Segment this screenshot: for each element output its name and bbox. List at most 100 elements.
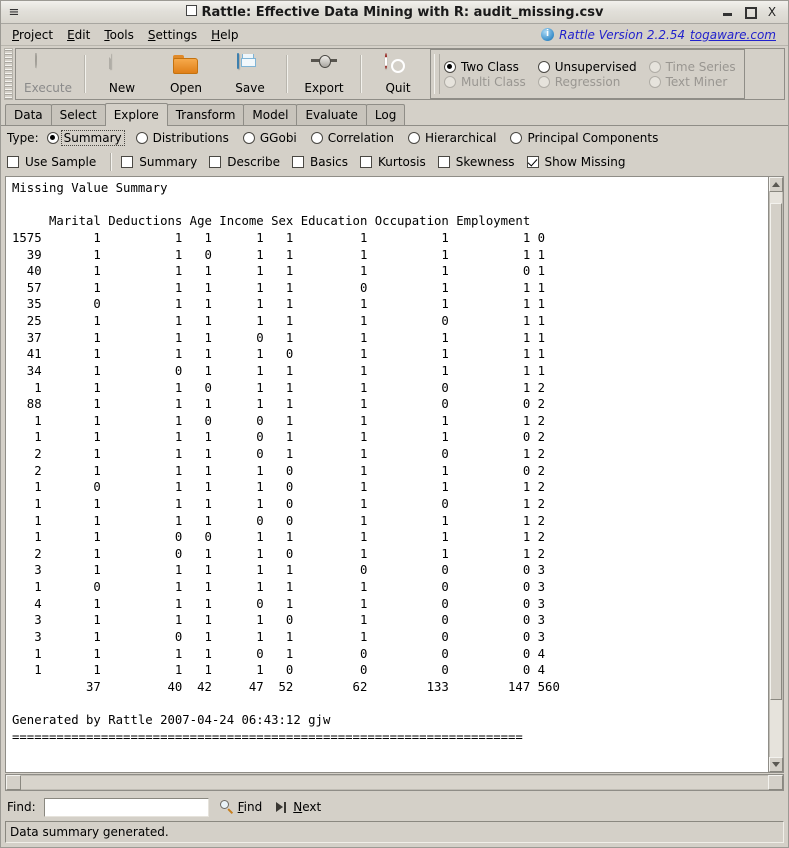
menu-help[interactable]: Help <box>204 26 245 44</box>
vertical-scroll-trough[interactable] <box>769 192 783 757</box>
scroll-down-arrow-icon[interactable] <box>769 757 783 772</box>
export-button[interactable]: Export <box>292 49 356 99</box>
checkbox-basics[interactable]: Basics <box>291 155 348 169</box>
radio-multi-class-label: Multi Class <box>461 74 526 89</box>
checkbox-show-missing[interactable]: Show Missing <box>526 155 626 169</box>
radio-unsupervised[interactable]: Unsupervised <box>537 60 637 74</box>
checkbox-use-sample[interactable]: Use Sample <box>7 155 96 169</box>
checkbox-skewness-indicator <box>437 156 450 168</box>
find-button[interactable]: Find <box>217 799 266 815</box>
type-radio-hierarchical-indicator <box>407 132 420 144</box>
checkbox-describe-indicator <box>209 156 222 168</box>
open-folder-icon <box>173 54 199 80</box>
type-radio-summary-label: Summary <box>60 130 125 146</box>
tab-explore[interactable]: Explore <box>104 103 168 126</box>
togaware-link[interactable]: togaware.com <box>690 28 776 42</box>
window-controls: X <box>722 6 784 19</box>
quit-button[interactable]: Quit <box>366 49 430 99</box>
checkbox-kurtosis[interactable]: Kurtosis <box>360 155 426 169</box>
scroll-up-arrow-icon[interactable] <box>769 177 783 192</box>
menu-settings[interactable]: Settings <box>141 26 204 44</box>
radio-two-class[interactable]: Two Class <box>444 60 526 74</box>
type-radio-correlation[interactable]: Correlation <box>310 131 394 145</box>
search-input[interactable] <box>43 797 209 817</box>
info-icon: i <box>541 28 555 41</box>
execute-button-label: Execute <box>24 80 72 95</box>
menu-bar: Project Edit Tools Settings Help i Rattl… <box>1 24 788 46</box>
window-app-icon <box>185 4 197 16</box>
radio-multi-class: Multi Class <box>444 75 526 89</box>
type-radio-hierarchical[interactable]: Hierarchical <box>407 131 497 145</box>
scroll-left-arrow-icon[interactable] <box>6 775 21 790</box>
output-textview[interactable]: Missing Value Summary Marital Deductions… <box>6 177 768 772</box>
type-radio-correlation-label: Correlation <box>327 131 394 145</box>
radio-time-series: Time Series <box>648 60 736 74</box>
toolbar-separator <box>286 55 288 93</box>
checkbox-skewness[interactable]: Skewness <box>437 155 515 169</box>
tab-transform[interactable]: Transform <box>166 104 245 125</box>
new-document-icon <box>109 52 135 80</box>
menu-edit[interactable]: Edit <box>60 26 97 44</box>
close-icon[interactable]: X <box>766 6 778 18</box>
toolbar-separator <box>84 55 86 93</box>
checkbox-basics-indicator <box>291 156 304 168</box>
scroll-right-arrow-icon[interactable] <box>768 775 783 790</box>
type-radio-ggobi[interactable]: GGobi <box>242 131 297 145</box>
checkbox-summary-label: Summary <box>139 155 198 169</box>
tab-evaluate[interactable]: Evaluate <box>296 104 367 125</box>
vertical-scroll-thumb[interactable] <box>770 203 782 701</box>
open-button-label: Open <box>169 80 203 95</box>
tab-model[interactable]: Model <box>243 104 298 125</box>
type-radio-correlation-indicator <box>310 132 323 144</box>
vertical-scrollbar[interactable] <box>768 177 783 772</box>
type-radio-distributions-indicator <box>135 132 148 144</box>
maximize-icon[interactable] <box>744 6 757 19</box>
horizontal-scrollbar[interactable] <box>5 774 784 791</box>
menu-tools-label: ools <box>109 27 134 42</box>
power-quit-icon <box>385 52 411 80</box>
summary-options-row: Use Sample Summary Describe Basics Kurto… <box>1 150 788 174</box>
checkbox-describe-label: Describe <box>227 155 280 169</box>
notebook-tabs: Data Select Explore Transform Model Eval… <box>1 103 788 126</box>
find-label: Find: <box>7 800 36 814</box>
type-radio-distributions-label: Distributions <box>152 131 229 145</box>
find-next-button[interactable]: Next <box>273 799 324 815</box>
window-menu-icon[interactable]: ≡ <box>5 5 23 20</box>
checkbox-use-sample-indicator <box>7 156 19 168</box>
menu-edit-label: dit <box>74 27 91 42</box>
toolbar-area: Execute New Open Save Export Quit Two Cl… <box>1 46 788 103</box>
toolbar-drag-handle[interactable] <box>4 48 13 100</box>
type-label: Type: <box>7 131 39 145</box>
save-button[interactable]: Save <box>218 49 282 99</box>
radio-regression-label: Regression <box>554 74 621 89</box>
rattle-main-window: ≡ Rattle: Effective Data Mining with R: … <box>0 0 789 848</box>
type-radio-ggobi-label: GGobi <box>259 131 297 145</box>
type-radio-hierarchical-label: Hierarchical <box>424 131 497 145</box>
type-radio-summary[interactable]: Summary <box>46 130 125 146</box>
menu-tools[interactable]: Tools <box>97 26 141 44</box>
version-info: i Rattle Version 2.2.54 togaware.com <box>541 28 784 42</box>
radio-regression-indicator <box>537 75 550 88</box>
minimize-icon[interactable] <box>722 6 734 18</box>
tab-log[interactable]: Log <box>365 104 406 125</box>
open-button[interactable]: Open <box>154 49 218 99</box>
magnifier-icon <box>219 800 234 814</box>
tab-select[interactable]: Select <box>50 104 106 125</box>
export-icon <box>311 54 337 80</box>
type-radio-principal-components[interactable]: Principal Components <box>510 131 658 145</box>
find-bar: Find: Find Next <box>1 793 788 821</box>
type-radio-distributions[interactable]: Distributions <box>135 131 229 145</box>
checkbox-describe[interactable]: Describe <box>209 155 280 169</box>
menu-project[interactable]: Project <box>5 26 60 44</box>
execute-button[interactable]: Execute <box>16 49 80 99</box>
tab-data[interactable]: Data <box>5 104 52 125</box>
horizontal-scroll-trough[interactable] <box>21 775 768 790</box>
checkbox-summary[interactable]: Summary <box>121 155 197 169</box>
radio-two-class-label: Two Class <box>461 59 519 74</box>
new-button-label: New <box>108 80 136 95</box>
find-button-label: Find <box>237 800 263 814</box>
checkbox-skewness-label: Skewness <box>455 155 515 169</box>
type-radio-ggobi-indicator <box>242 132 255 144</box>
save-disk-icon <box>237 52 263 80</box>
new-button[interactable]: New <box>90 49 154 99</box>
